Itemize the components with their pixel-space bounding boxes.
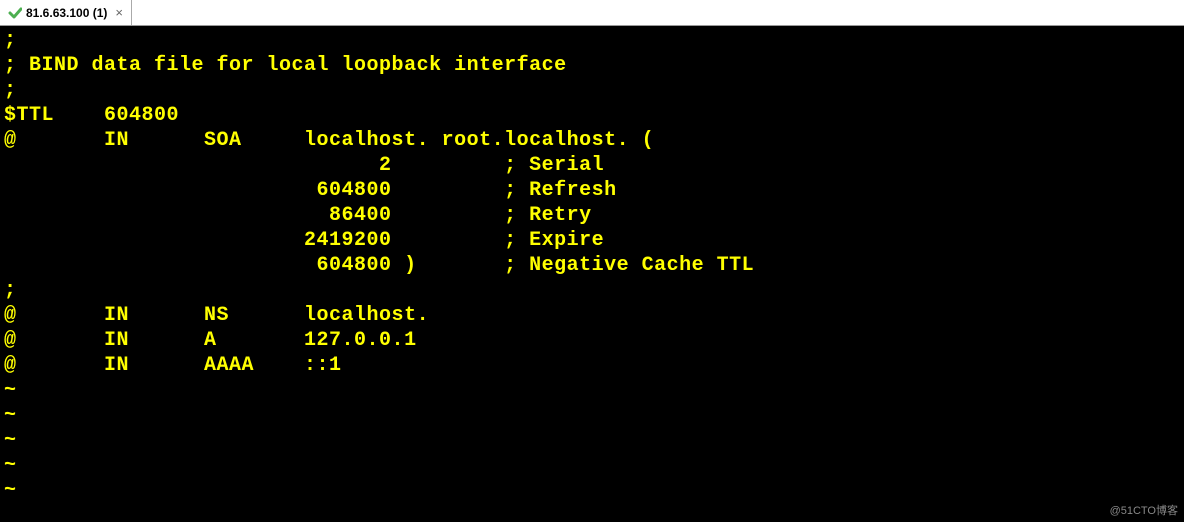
terminal-area[interactable]: ; ; BIND data file for local loopback in… — [0, 26, 1184, 522]
tab-title: 81.6.63.100 (1) — [26, 6, 107, 20]
close-icon[interactable]: × — [115, 5, 123, 20]
tab-bar: 81.6.63.100 (1) × — [0, 0, 1184, 26]
tab-session[interactable]: 81.6.63.100 (1) × — [0, 0, 132, 25]
terminal-content: ; ; BIND data file for local loopback in… — [4, 28, 1180, 503]
watermark: @51CTO博客 — [1110, 502, 1178, 518]
check-icon — [8, 6, 22, 20]
